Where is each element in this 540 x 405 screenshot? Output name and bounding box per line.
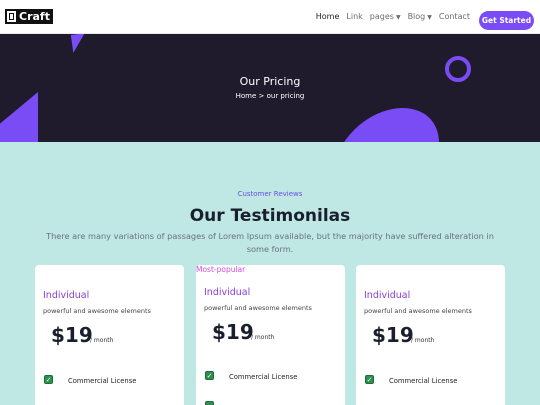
- nav-item-blog[interactable]: Blog ▼: [408, 12, 432, 21]
- decor-triangle-small: [70, 34, 88, 53]
- craft-logo-icon: [7, 11, 16, 22]
- pricing-section: Customer Reviews Our Testimonilas There …: [0, 142, 540, 405]
- plan-name: Individual: [43, 290, 90, 301]
- nav-item-blog-label: Blog: [407, 12, 426, 21]
- checkbox-checked-icon: ✓: [205, 371, 214, 380]
- feature-item: Commercial License: [68, 377, 137, 385]
- decor-blob: [323, 108, 453, 142]
- chevron-down-icon: ▼: [395, 14, 401, 21]
- plan-price: $19: [51, 323, 93, 347]
- plan-period: / month: [90, 337, 114, 344]
- pricing-card-popular: Individual powerful and awesome elements…: [196, 265, 345, 405]
- plan-name: Individual: [204, 287, 251, 298]
- checkbox-checked-icon: [205, 401, 214, 405]
- brand-name: Craft: [19, 10, 50, 23]
- plan-description: powerful and awesome elements: [43, 307, 151, 315]
- section-title: Our Testimonilas: [189, 206, 351, 226]
- nav-item-link[interactable]: Link: [346, 12, 362, 21]
- nav-item-home[interactable]: Home: [316, 12, 340, 21]
- hero-banner: Our Pricing Home > our pricing: [0, 34, 540, 142]
- checkbox-checked-icon: ✓: [44, 375, 53, 384]
- pricing-card: Individual powerful and awesome elements…: [35, 265, 184, 405]
- plan-price: $19: [372, 323, 414, 347]
- feature-item: Commercial License: [389, 377, 458, 385]
- chevron-down-icon: ▼: [427, 14, 432, 21]
- plan-description: powerful and awesome elements: [204, 304, 312, 312]
- nav-item-pages[interactable]: pages ▼: [370, 12, 401, 21]
- pricing-card: Individual powerful and awesome elements…: [356, 265, 505, 405]
- plan-price: $19: [212, 320, 254, 344]
- nav-item-contact[interactable]: Contact: [439, 12, 470, 21]
- nav-item-pages-label: pages: [369, 12, 394, 21]
- nav-links: Home Link pages ▼ Blog ▼ Contact: [316, 12, 470, 21]
- plan-period: / month: [251, 334, 275, 341]
- breadcrumb: Home > our pricing: [235, 92, 305, 100]
- section-eyebrow: Customer Reviews: [237, 190, 303, 198]
- plan-period: / month: [411, 337, 435, 344]
- page-title: Our Pricing: [239, 75, 301, 88]
- get-started-button[interactable]: Get Started: [479, 11, 534, 30]
- brand-logo[interactable]: Craft: [5, 9, 53, 24]
- section-description: There are many variations of passages of…: [46, 231, 494, 254]
- plan-name: Individual: [364, 290, 411, 301]
- checkbox-checked-icon: ✓: [365, 375, 374, 384]
- most-popular-badge: Most-popular: [196, 265, 246, 274]
- navbar: Craft Home Link pages ▼ Blog ▼ Contact Get…: [0, 0, 540, 34]
- feature-item: Commercial License: [229, 373, 298, 381]
- plan-description: powerful and awesome elements: [364, 307, 472, 315]
